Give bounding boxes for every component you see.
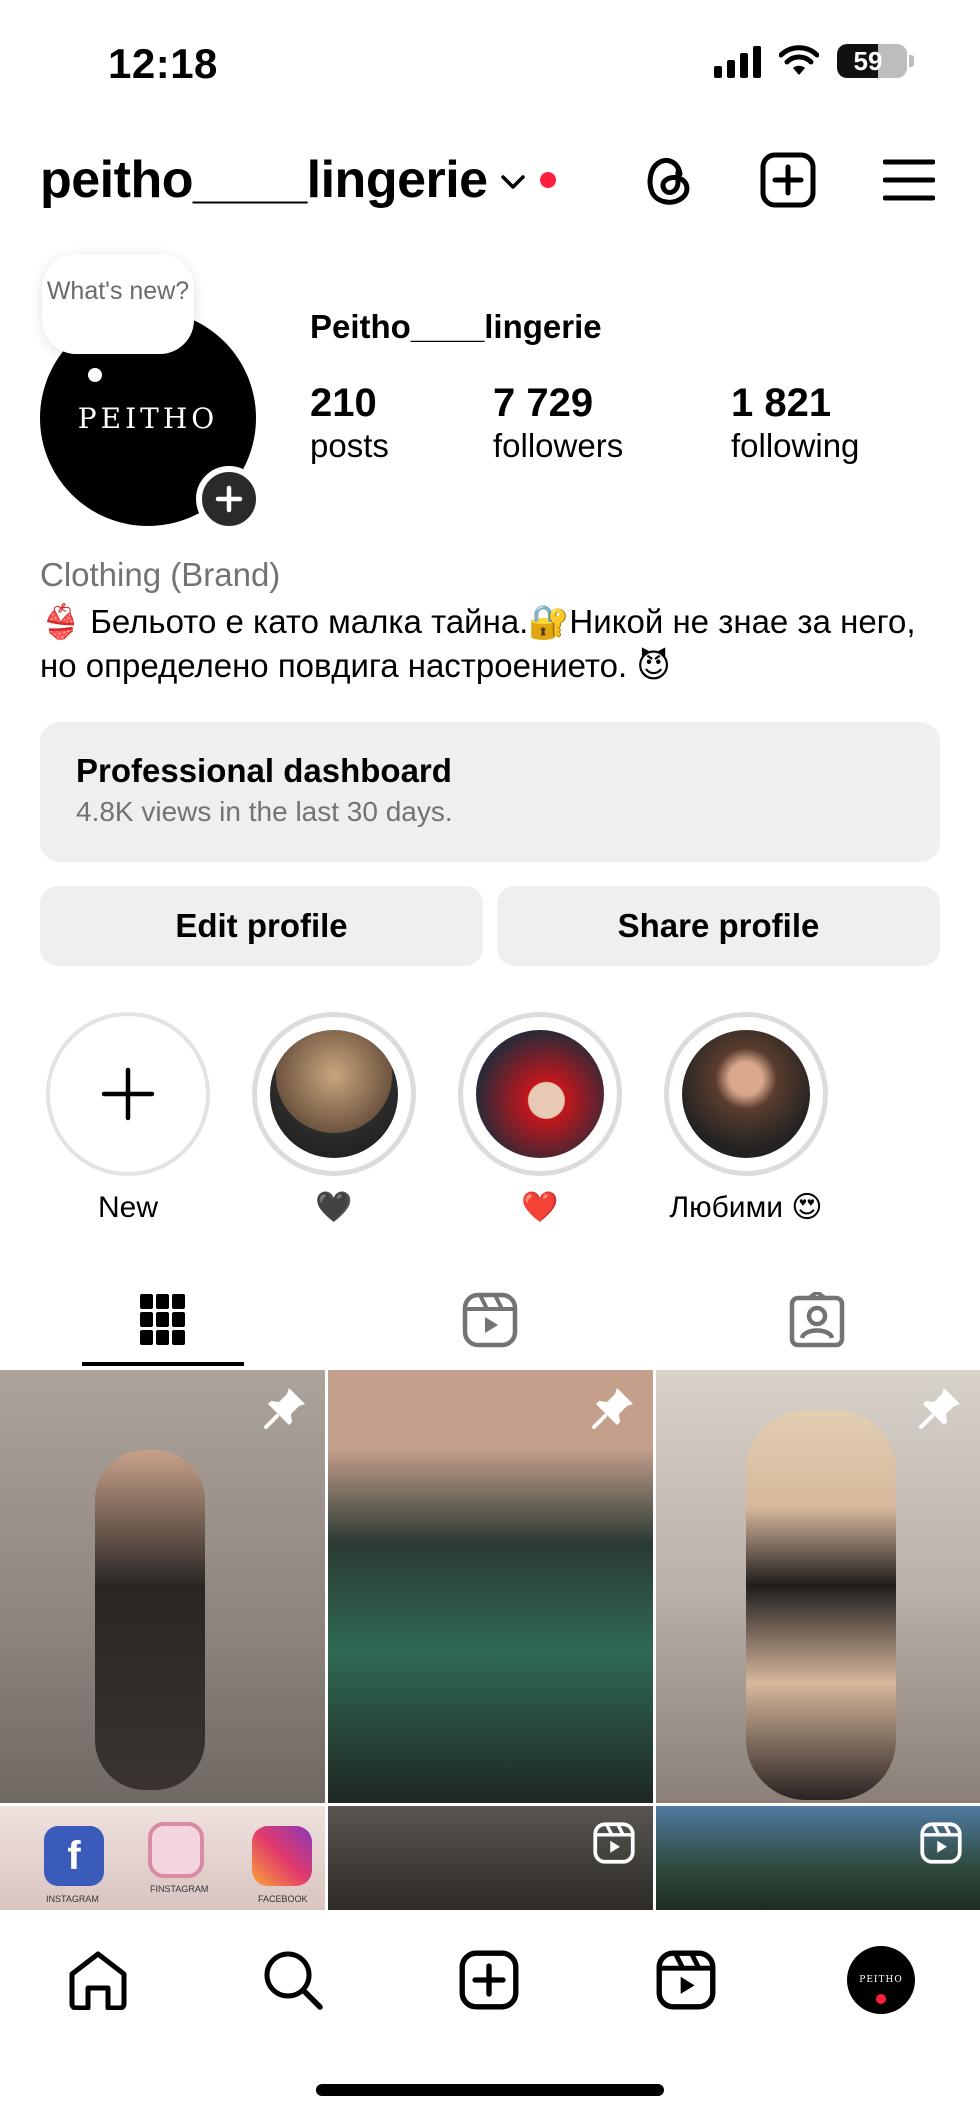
highlight-label: 🖤 (315, 1191, 353, 1224)
dashboard-title: Professional dashboard (76, 752, 452, 789)
highlight-cover (476, 1030, 604, 1158)
plus-icon (215, 485, 243, 513)
share-profile-button[interactable]: Share profile (497, 886, 940, 966)
status-bar: 12:18 59 (0, 0, 980, 130)
home-icon (69, 1951, 127, 2010)
note-tail (88, 368, 102, 382)
profile-bio: 👙 Бельото е като малка тайна.🔐Никой не з… (40, 603, 916, 684)
post-figure (746, 1410, 896, 1800)
nav-profile[interactable]: PEITHO (841, 1940, 921, 2020)
account-switcher[interactable]: peitho____lingerie (40, 150, 556, 210)
edit-profile-button[interactable]: Edit profile (40, 886, 483, 966)
header-username: peitho____lingerie (40, 151, 488, 209)
avatar-logo: PEITHO (77, 401, 219, 435)
highlight-label: New (97, 1191, 158, 1224)
display-name: Peitho____lingerie (310, 308, 602, 345)
professional-dashboard[interactable]: Professional dashboard 4.8K views in the… (40, 722, 940, 862)
stat-value: 210 (310, 381, 377, 425)
post-tile[interactable] (656, 1370, 980, 1803)
instagram-app-icon (252, 1826, 312, 1886)
stat-label: posts (310, 427, 389, 464)
highlight-item[interactable]: ❤️ (458, 1012, 622, 1228)
app-label: FINSTAGRAM (150, 1884, 209, 1894)
post-figure (95, 1450, 205, 1790)
post-tile[interactable] (328, 1370, 653, 1803)
plus-icon (101, 1067, 155, 1121)
finstagram-app-icon (148, 1822, 204, 1878)
battery-tip (909, 55, 914, 67)
threads-icon (647, 158, 690, 205)
chevron-down-icon (500, 175, 525, 189)
add-story-button[interactable] (196, 466, 262, 532)
reels-nav-icon (656, 1950, 716, 2010)
profile-category: Clothing (Brand) (40, 556, 281, 593)
tab-posts[interactable] (0, 1270, 326, 1370)
battery-percent: 59 (853, 46, 883, 76)
tab-reels[interactable] (327, 1270, 653, 1370)
create-post-icon (760, 152, 816, 208)
highlight-new[interactable]: New (46, 1012, 210, 1228)
app-label: FACEBOOK (258, 1894, 308, 1904)
stat-value: 7 729 (493, 381, 594, 425)
reels-icon (462, 1292, 518, 1348)
signal-icon (714, 44, 761, 78)
profile-header: peitho____lingerie (0, 140, 980, 220)
highlight-cover (682, 1030, 810, 1158)
nav-home[interactable] (58, 1940, 138, 2020)
active-tab-indicator (82, 1362, 244, 1366)
note-bubble[interactable]: What's new? (42, 254, 194, 354)
dashboard-subtitle: 4.8K views in the last 30 days. (76, 796, 453, 827)
nav-avatar-logo: PEITHO (859, 1975, 903, 1985)
pin-icon (264, 1388, 305, 1429)
wifi-icon (779, 45, 819, 75)
pin-icon (592, 1388, 633, 1429)
stat-label: following (731, 427, 860, 464)
stat-following[interactable]: 1 821 following (731, 380, 859, 466)
stat-label: followers (493, 427, 624, 464)
create-button[interactable] (758, 150, 818, 210)
reel-icon (920, 1822, 962, 1864)
app-label: INSTAGRAM (46, 1894, 99, 1904)
post-tile[interactable] (0, 1370, 325, 1803)
nav-reels[interactable] (646, 1940, 726, 2020)
status-icons: 59 (714, 44, 914, 78)
nav-search[interactable] (253, 1940, 333, 2020)
stat-value: 1 821 (731, 381, 832, 425)
tagged-icon (789, 1292, 845, 1348)
stat-posts[interactable]: 210 posts (310, 380, 389, 466)
highlight-label: Любими 😍 (669, 1191, 823, 1224)
highlight-label: ❤️ (521, 1191, 559, 1224)
post-tile[interactable] (328, 1806, 653, 1910)
home-indicator (316, 2084, 664, 2096)
profile-notification-dot (876, 1994, 886, 2004)
post-tile[interactable]: f INSTAGRAM FINSTAGRAM FACEBOOK (0, 1806, 325, 1910)
post-tile[interactable] (656, 1806, 980, 1910)
stat-followers[interactable]: 7 729 followers (493, 380, 623, 466)
facebook-app-icon: f (44, 1826, 104, 1886)
highlight-ring (458, 1012, 622, 1176)
pin-icon (919, 1388, 960, 1429)
menu-icon (883, 159, 935, 201)
battery-icon: 59 (837, 44, 907, 78)
nav-create[interactable] (449, 1940, 529, 2020)
status-time: 12:18 (108, 40, 218, 87)
highlight-item[interactable]: Любими 😍 (664, 1012, 828, 1228)
menu-button[interactable] (879, 150, 939, 210)
reel-icon (593, 1822, 635, 1864)
highlight-ring (46, 1012, 210, 1176)
profile-tabs (0, 1270, 980, 1370)
note-text: What's new? (46, 277, 190, 305)
create-post-icon (459, 1950, 519, 2010)
highlight-ring (252, 1012, 416, 1176)
highlight-cover (270, 1030, 398, 1158)
highlight-ring (664, 1012, 828, 1176)
search-icon (264, 1951, 323, 2010)
threads-button[interactable] (638, 150, 698, 210)
notification-dot (539, 172, 556, 188)
tab-tagged[interactable] (654, 1270, 980, 1370)
grid-icon (140, 1294, 185, 1345)
highlight-item[interactable]: 🖤 (252, 1012, 416, 1228)
